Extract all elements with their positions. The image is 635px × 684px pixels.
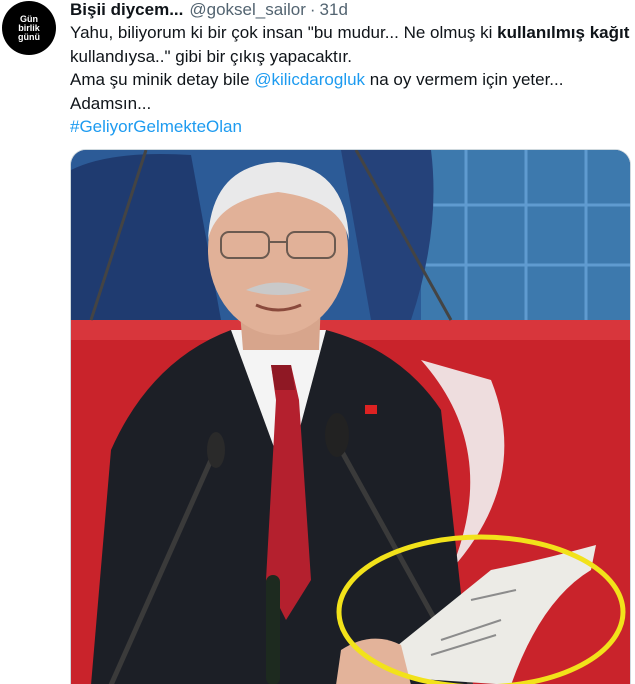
tweet-bold-text: kullanılmış kağıt — [497, 23, 630, 42]
tweet[interactable]: Gün birlik günü Bişii diycem... @goksel_… — [0, 0, 635, 684]
display-name[interactable]: Bişii diycem... — [70, 0, 183, 20]
tweet-line-1-text: Yahu, biliyorum ki bir çok insan "bu mud… — [70, 23, 498, 42]
timestamp[interactable]: 31d — [320, 0, 348, 20]
tweet-header: Bişii diycem... @goksel_sailor · 31d — [70, 0, 348, 22]
tweet-line-2: kullandıysa.." gibi bir çıkış yapacaktır… — [70, 46, 352, 66]
avatar[interactable]: Gün birlik günü — [2, 1, 56, 55]
photo-illustration — [71, 150, 630, 684]
tweet-text: Yahu, biliyorum ki bir çok insan "bu mud… — [70, 21, 635, 139]
tweet-line-3-end: na oy vermem için yeter... — [365, 70, 564, 89]
tweet-line-4: Adamsın... — [70, 93, 152, 113]
mention-link[interactable]: @kilicdarogluk — [254, 70, 365, 89]
tweet-photo[interactable] — [70, 149, 631, 684]
hashtag-line: #GeliyorGelmekteOlan — [70, 115, 635, 139]
avatar-text-3: günü — [18, 31, 40, 42]
separator-dot: · — [309, 0, 316, 19]
tweet-line-3-text: Ama şu minik detay bile — [70, 70, 255, 89]
tweet-line-3: Ama şu minik detay bile @kilicdarogluk n… — [70, 68, 635, 92]
user-handle[interactable]: @goksel_sailor — [189, 0, 305, 20]
tweet-line-1: Yahu, biliyorum ki bir çok insan "bu mud… — [70, 21, 635, 45]
lapel-pin — [365, 405, 377, 414]
hashtag-link[interactable]: #GeliyorGelmekteOlan — [70, 117, 242, 136]
